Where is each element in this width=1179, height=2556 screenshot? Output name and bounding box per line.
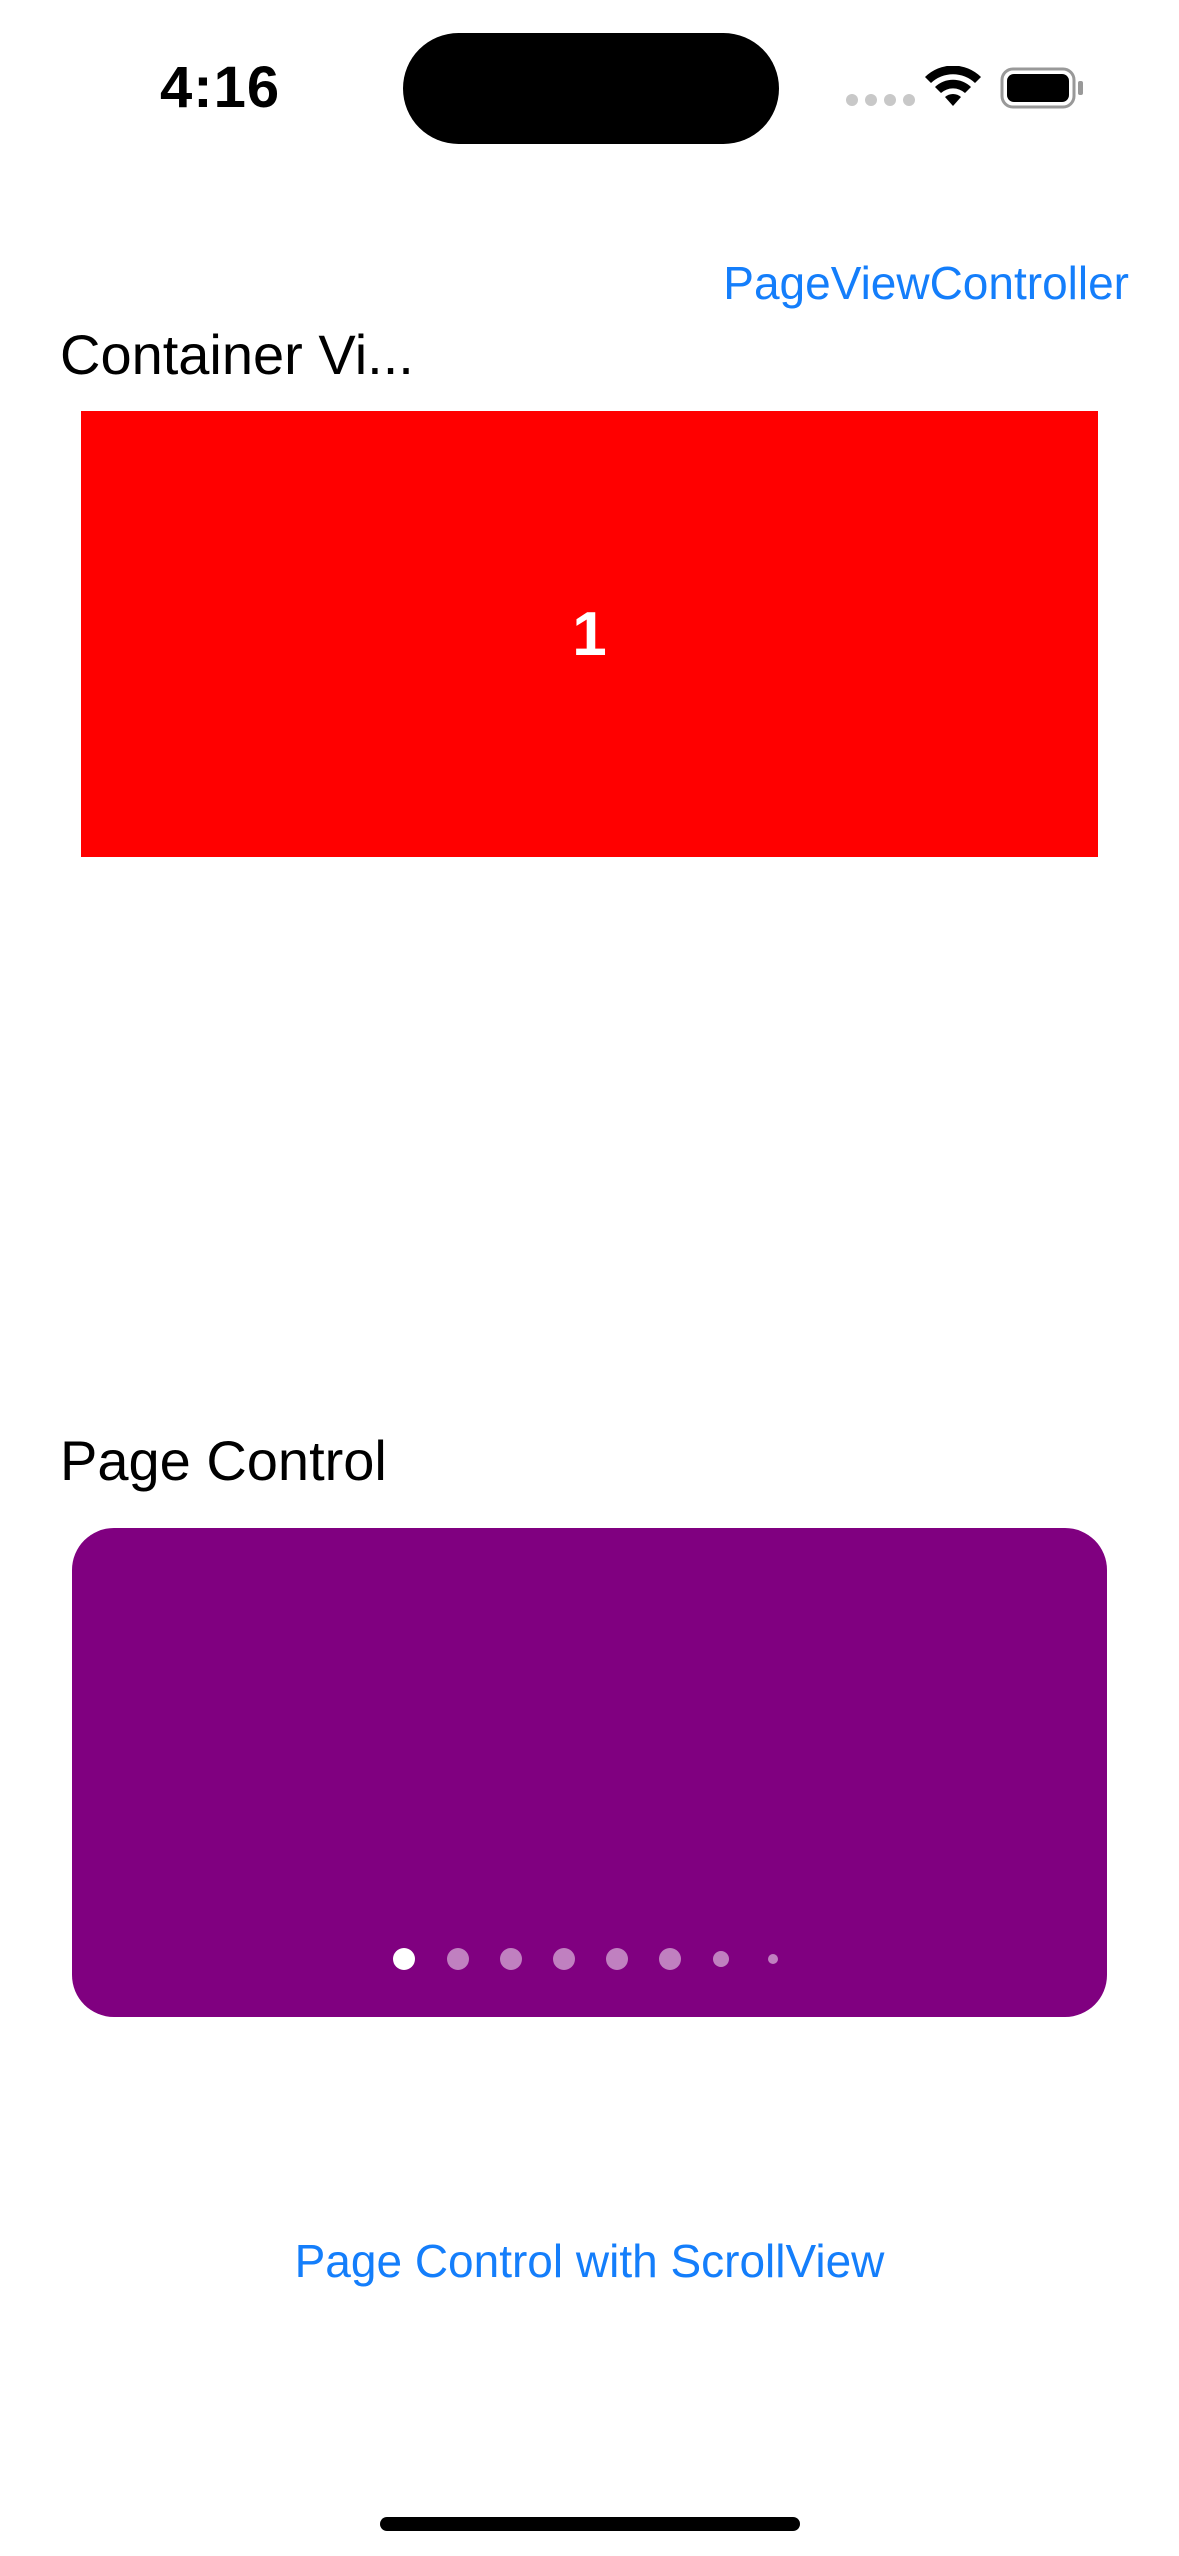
page-dot[interactable] [553, 1948, 575, 1970]
page-dot[interactable] [393, 1948, 415, 1970]
wifi-icon [925, 66, 981, 106]
page-view-controller-link[interactable]: PageViewController [723, 255, 1129, 311]
cellular-signal-icon [846, 94, 915, 106]
page-control-indicator[interactable] [0, 1936, 1179, 1980]
status-time: 4:16 [160, 55, 281, 120]
battery-icon [1000, 67, 1083, 109]
page-dot[interactable] [500, 1948, 522, 1970]
home-indicator[interactable] [380, 2517, 800, 2531]
page-dot[interactable] [768, 1954, 778, 1964]
page-control-title: Page Control [60, 1429, 387, 1492]
page-dot[interactable] [659, 1948, 681, 1970]
container-view-title: Container Vi... [60, 323, 414, 386]
page-dot[interactable] [713, 1951, 729, 1967]
page-dot[interactable] [606, 1948, 628, 1970]
container-view-page[interactable]: 1 [81, 411, 1098, 857]
page-number-label: 1 [572, 599, 607, 669]
page-dot[interactable] [447, 1948, 469, 1970]
dynamic-island [403, 33, 779, 144]
page-control-scrollview-link[interactable]: Page Control with ScrollView [0, 2233, 1179, 2289]
